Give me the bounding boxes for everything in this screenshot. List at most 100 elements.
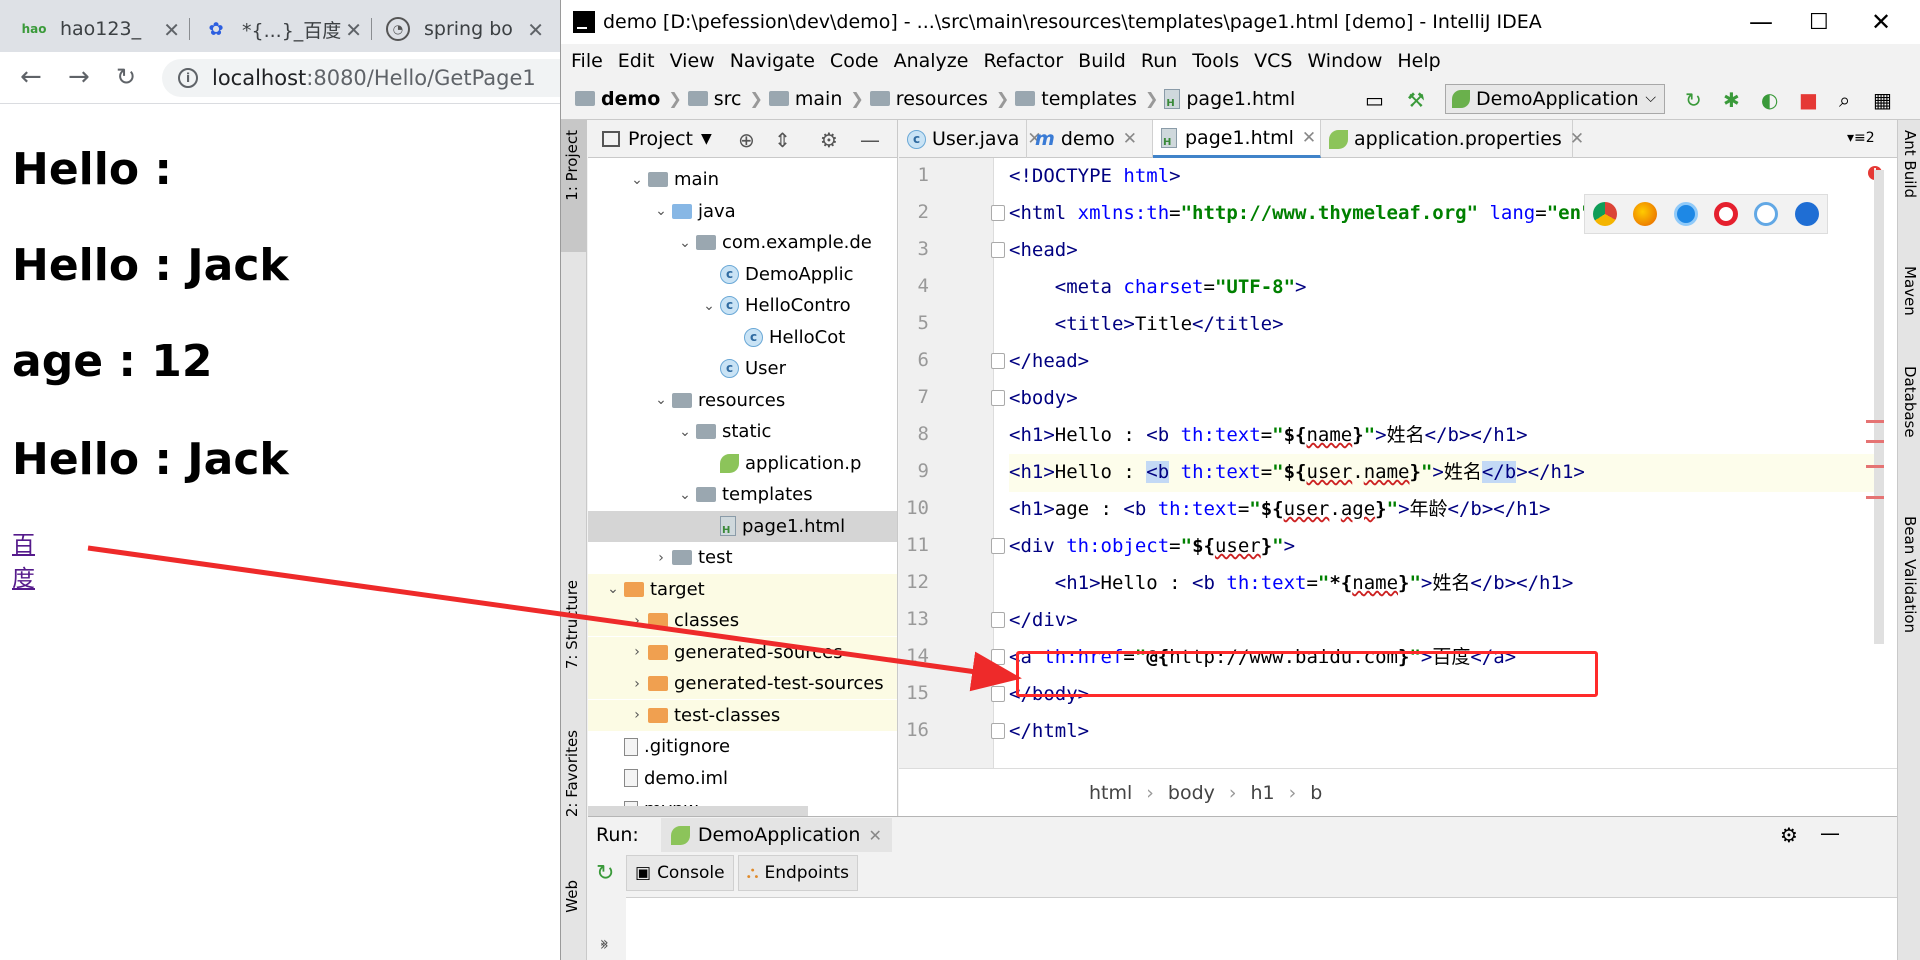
breadcrumb-resources[interactable]: resources ❯ xyxy=(869,88,1009,110)
edge-icon[interactable] xyxy=(1794,202,1819,226)
fold-marker-icon[interactable] xyxy=(991,205,1005,221)
fold-marker-icon[interactable] xyxy=(991,686,1005,702)
rerun-icon[interactable]: ↻ xyxy=(1685,88,1702,112)
chevron-right-icon[interactable]: › xyxy=(626,676,648,692)
tree-item[interactable]: page1.html xyxy=(588,510,897,542)
menu-navigate[interactable]: Navigate xyxy=(730,50,815,72)
debug-bug-icon[interactable]: ✱ xyxy=(1723,88,1740,112)
menu-help[interactable]: Help xyxy=(1397,50,1440,72)
breadcrumb-body[interactable]: body xyxy=(1168,782,1215,804)
build-hammer-icon[interactable]: ⚒ xyxy=(1407,88,1425,112)
menu-code[interactable]: Code xyxy=(830,50,879,72)
breadcrumb-src[interactable]: src ❯ xyxy=(687,88,763,110)
tab-list-icon[interactable]: ▾≡2 xyxy=(1847,130,1875,146)
forward-icon[interactable]: → xyxy=(68,64,90,90)
chevron-right-icon[interactable]: › xyxy=(650,550,672,566)
menu-vcs[interactable]: VCS xyxy=(1254,50,1292,72)
close-icon[interactable]: ✕ xyxy=(1123,129,1137,149)
project-structure-icon[interactable]: ▦ xyxy=(1873,88,1892,112)
tab-console[interactable]: ▣ Console xyxy=(626,855,734,891)
firefox-icon[interactable] xyxy=(1633,202,1658,226)
chevron-down-icon[interactable]: ⌄ xyxy=(650,392,672,408)
chevron-down-icon[interactable]: ⌄ xyxy=(674,424,696,440)
fold-marker-icon[interactable] xyxy=(991,538,1005,554)
horizontal-scrollbar[interactable] xyxy=(588,806,808,816)
tab-page1-html[interactable]: page1.html✕ xyxy=(1153,120,1321,158)
chevron-down-icon[interactable]: ⌄ xyxy=(698,298,720,314)
chevron-right-icon[interactable]: › xyxy=(626,613,648,629)
locate-icon[interactable]: ⊕ xyxy=(738,128,755,152)
opera-icon[interactable] xyxy=(1714,202,1739,226)
close-icon[interactable]: ✕ xyxy=(1302,128,1316,148)
gear-icon[interactable]: ⚙ xyxy=(820,128,838,152)
run-tab-demoapplication[interactable]: DemoApplication ✕ xyxy=(660,818,892,852)
tool-window-bean-validation[interactable]: Bean Validation xyxy=(1901,516,1919,633)
menu-build[interactable]: Build xyxy=(1078,50,1126,72)
run-config-dropdown[interactable]: DemoApplication ⌵ xyxy=(1445,84,1665,114)
fold-marker-icon[interactable] xyxy=(991,353,1005,369)
breadcrumb-main[interactable]: main ❯ xyxy=(768,88,864,110)
tree-item[interactable]: c DemoApplic xyxy=(588,259,897,290)
tree-item[interactable]: c HelloCot xyxy=(588,322,897,353)
breadcrumb-templates[interactable]: templates ❯ xyxy=(1015,88,1158,110)
tab-user-java[interactable]: c User.java ✕ xyxy=(899,120,1042,158)
tree-item[interactable]: ⌄ com.example.de xyxy=(588,227,897,258)
reload-icon[interactable]: ↻ xyxy=(116,64,136,90)
chevron-right-icon[interactable]: › xyxy=(626,707,648,723)
tree-item[interactable]: ⌄ resources xyxy=(588,385,897,416)
tab-endpoints[interactable]: ⛬ Endpoints xyxy=(737,855,858,891)
fold-marker-icon[interactable] xyxy=(991,723,1005,739)
ie-icon[interactable] xyxy=(1754,202,1779,226)
browser-tab-hao123[interactable]: hao hao123_ ✕ xyxy=(10,6,190,52)
menu-file[interactable]: File xyxy=(571,50,603,72)
tree-item[interactable]: application.p xyxy=(588,448,897,479)
baidu-link[interactable]: 百度 xyxy=(12,525,35,593)
fold-marker-icon[interactable] xyxy=(991,242,1005,258)
tab-demo[interactable]: m demo ✕ xyxy=(1027,120,1153,158)
browser-tab-baidu[interactable]: ✿ *{...}_百度 ✕ xyxy=(192,6,372,52)
expand-icon[interactable]: » xyxy=(600,938,609,954)
browser-tab-spring[interactable]: ◔ spring bo ✕ xyxy=(374,6,554,52)
fold-marker-icon[interactable] xyxy=(991,612,1005,628)
tree-item[interactable]: › generated-test-sources xyxy=(588,668,897,699)
menu-tools[interactable]: Tools xyxy=(1192,50,1239,72)
chevron-down-icon[interactable]: ⌄ xyxy=(650,203,672,219)
tree-item[interactable]: c User xyxy=(588,353,897,384)
tool-window-maven[interactable]: Maven xyxy=(1901,266,1919,316)
chevron-right-icon[interactable]: › xyxy=(626,644,648,660)
stop-icon[interactable]: ■ xyxy=(1799,88,1818,112)
safari-icon[interactable] xyxy=(1673,202,1698,226)
tree-item[interactable]: ⌄ c HelloContro xyxy=(588,290,897,321)
gear-icon[interactable]: ⚙ xyxy=(1780,823,1798,847)
tool-window-structure[interactable]: 7: Structure xyxy=(563,580,581,669)
console-output[interactable]: » xyxy=(600,897,1897,960)
breadcrumb-demo[interactable]: demo ❯ xyxy=(575,88,682,110)
chevron-down-icon[interactable]: ▼ xyxy=(701,131,712,147)
tool-window-database[interactable]: Database xyxy=(1901,366,1919,438)
back-icon[interactable]: ← xyxy=(20,64,42,90)
menu-analyze[interactable]: Analyze xyxy=(894,50,969,72)
tree-item[interactable]: ⌄ target xyxy=(588,573,897,605)
collapse-all-icon[interactable]: ⇕ xyxy=(774,128,791,152)
tree-item[interactable]: ⌄ java xyxy=(588,196,897,227)
address-bar[interactable]: i localhost:8080/Hello/GetPage1 xyxy=(162,59,582,97)
frame-icon[interactable]: ▭ xyxy=(1365,88,1384,112)
chrome-icon[interactable] xyxy=(1593,202,1618,226)
tree-item[interactable]: demo.iml xyxy=(588,763,897,794)
tab-application-properties[interactable]: application.properties ✕ xyxy=(1321,120,1584,158)
menu-window[interactable]: Window xyxy=(1307,50,1382,72)
vertical-scrollbar[interactable] xyxy=(1874,170,1884,644)
menu-run[interactable]: Run xyxy=(1141,50,1177,72)
menu-edit[interactable]: Edit xyxy=(618,50,655,72)
close-icon[interactable]: ✕ xyxy=(868,826,881,845)
close-icon[interactable]: ✕ xyxy=(1871,8,1891,36)
coverage-icon[interactable]: ◐ xyxy=(1761,88,1778,112)
breadcrumb-h1[interactable]: h1 xyxy=(1251,782,1275,804)
menu-refactor[interactable]: Refactor xyxy=(983,50,1063,72)
tree-item[interactable]: ⌄ static xyxy=(588,416,897,447)
tool-window-project[interactable]: 1: Project xyxy=(563,130,581,201)
chevron-down-icon[interactable]: ⌄ xyxy=(674,235,696,251)
minimize-icon[interactable]: — xyxy=(1749,8,1773,36)
tool-window-favorites[interactable]: 2: Favorites xyxy=(563,730,581,817)
menu-view[interactable]: View xyxy=(670,50,715,72)
